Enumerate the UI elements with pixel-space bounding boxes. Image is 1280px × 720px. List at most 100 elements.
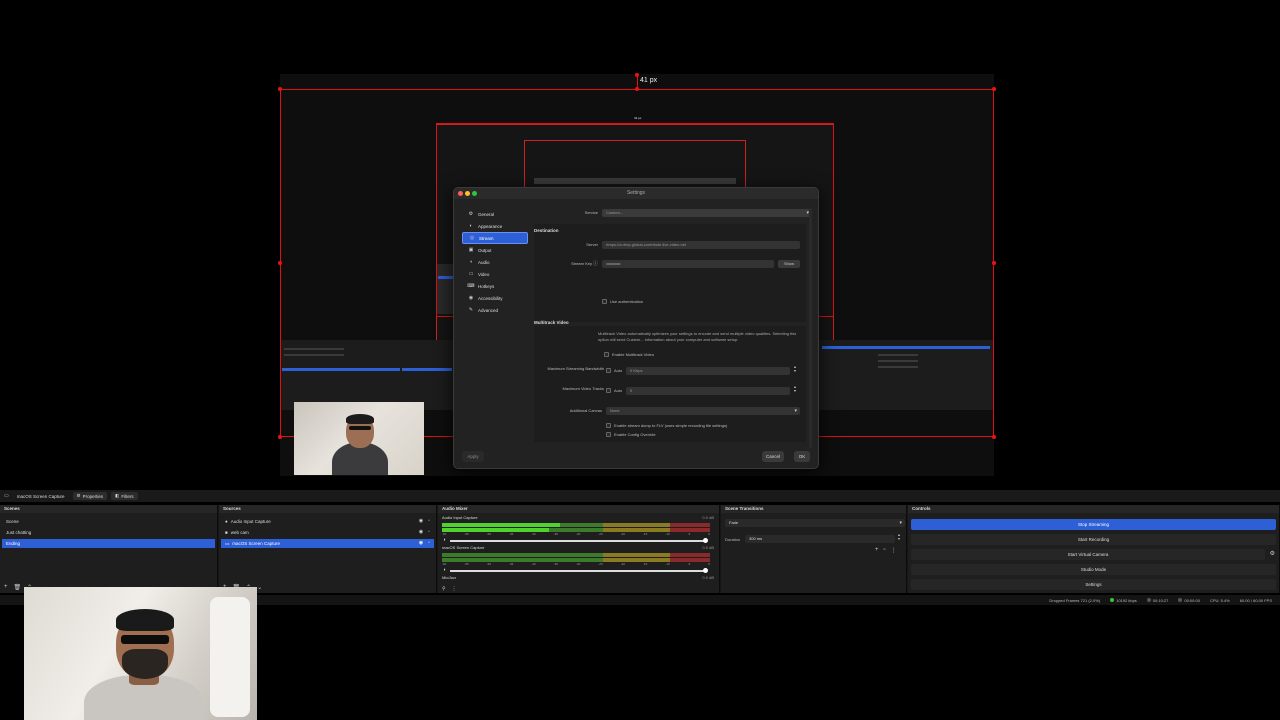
help-icon[interactable]: ⓘ [593,260,598,267]
settings-titlebar[interactable]: Settings [454,188,818,199]
filters-label: Filters [121,493,134,499]
monitor-icon: ▭ [468,271,474,277]
channel-db: 0.0 dB [702,515,714,520]
camera-icon: ■ [225,530,228,535]
sidebar-item-audio[interactable]: ◖ Audio [462,256,528,268]
record-time: 00:00:00 [1178,598,1200,603]
more-options-icon[interactable]: ⋮ [891,547,897,554]
bitrate-status: 10192 kbps [1110,598,1137,603]
gear-icon: ⚙ [468,211,474,217]
start-virtual-camera-button[interactable]: Start Virtual Camera [911,549,1265,560]
stream-key-input[interactable]: •••••••••••••••••••••••••••••••••• [602,260,774,268]
filter-icon: ◧ [115,493,120,498]
spinbox-arrows-icon[interactable]: ▴ ▾ [794,365,796,373]
ok-button[interactable]: OK [794,451,810,462]
start-recording-button[interactable]: Start Recording [911,534,1276,545]
volume-slider[interactable] [450,538,708,543]
slider-knob[interactable] [703,568,708,573]
use-authentication-checkbox[interactable]: Use authentication [602,299,643,304]
handle-right[interactable] [992,261,996,265]
gear-icon[interactable]: ⚙ [1270,550,1275,557]
max-bandwidth-value: 0 Kbps [630,368,643,373]
handle-bottom-right[interactable] [992,435,996,439]
handle-top-right[interactable] [992,87,996,91]
source-down-button[interactable]: ⌄ [257,584,262,591]
tick-label: -40 [531,562,536,566]
duration-spinbox[interactable]: 300 ms [745,535,895,543]
enable-dump-checkbox[interactable]: Enable stream dump to FLV (uses simple r… [606,423,727,428]
transition-select[interactable]: Fade ▾ [725,519,905,527]
sidebar-item-video[interactable]: ▭ Video [462,268,528,280]
sidebar-item-stream[interactable]: ◎ Stream [462,232,528,244]
sidebar-item-advanced[interactable]: ✎ Advanced [462,304,528,316]
scene-item[interactable]: Just chatting [2,528,215,537]
eye-icon[interactable]: ◉ [419,528,423,537]
tick-label: -15 [642,532,648,536]
handle-top-left[interactable] [278,87,282,91]
add-scene-button[interactable]: + [4,584,8,591]
cancel-button[interactable]: Cancel [762,451,784,462]
slider-knob[interactable] [703,538,708,543]
tick-label: -10 [665,532,670,536]
controls-dock: Controls Stop Streaming Start Recording … [908,505,1280,593]
additional-canvas-select[interactable]: None ▾ [606,407,800,415]
volume-slider[interactable] [450,568,708,573]
speaker-icon[interactable]: ◖ [443,537,446,543]
tick-label: 0 [708,532,710,536]
service-select[interactable]: Custom... ▾ [602,209,812,217]
eye-icon[interactable]: ◉ [419,539,423,548]
destination-title: Destination [534,228,559,233]
max-tracks-auto-checkbox[interactable]: Auto [606,388,622,393]
mixer-channel: macOS Screen Capture 0.0 dB -60 -55 -50 -45… [438,545,720,573]
server-input[interactable]: rtmps://a.rtmp.global-contribute.live-vi… [602,241,800,249]
scene-transitions-title: Scene Transitions [721,505,906,513]
stop-streaming-button[interactable]: Stop Streaming [911,519,1276,530]
properties-button[interactable]: ⚙ Properties [72,492,108,500]
spinbox-arrows-icon[interactable]: ▴ ▾ [898,533,900,541]
settings-sidebar: ⚙ General ◐ Appearance ◎ Stream ▣ Output ◖ Au… [462,208,528,316]
record-time-value: 00:00:00 [1184,597,1200,603]
eye-icon[interactable]: ◉ [419,517,423,526]
sidebar-item-appearance[interactable]: ◐ Appearance [462,220,528,232]
max-bandwidth-spinbox[interactable]: 0 Kbps [626,367,790,375]
sidebar-item-output[interactable]: ▣ Output [462,244,528,256]
remove-scene-button[interactable]: 🗑 [14,584,22,591]
transition-value: Fade [729,520,739,525]
show-key-button[interactable]: Show [778,260,800,268]
content-scrollbar[interactable] [809,208,812,448]
remove-transition-button[interactable]: ▫ [884,547,886,554]
handle-top[interactable] [635,87,639,91]
studio-mode-button[interactable]: Studio Mode [911,564,1276,575]
enable-override-checkbox[interactable]: Enable Config Override [606,432,656,437]
add-transition-button[interactable]: + [875,547,879,554]
sidebar-item-accessibility[interactable]: ◉ Accessibility [462,292,528,304]
link-icon[interactable]: ⚲ [442,586,446,592]
sidebar-item-hotkeys[interactable]: ⌨ Hotkeys [462,280,528,292]
lock-icon[interactable]: ▫ [428,539,430,548]
enable-multitrack-checkbox[interactable]: Enable Multitrack Video [604,352,654,357]
duration-value: 300 ms [749,536,763,541]
handle-left[interactable] [278,261,282,265]
scene-item-selected[interactable]: Ending [2,539,215,548]
selected-source-name: macOS Screen Capture [16,493,65,499]
source-item-selected[interactable]: ▭ macOS Screen Capture ◉ ▫ [221,539,434,548]
enable-dump-label: Enable stream dump to FLV (uses simple r… [614,423,728,428]
source-item[interactable]: ■ web cam ◉ ▫ [221,528,434,537]
more-options-icon[interactable]: ⋮ [452,586,457,592]
max-bandwidth-auto-checkbox[interactable]: Auto [606,368,622,373]
apply-button[interactable]: Apply [462,451,484,462]
service-label: Service [584,210,598,215]
sidebar-item-general[interactable]: ⚙ General [462,208,528,220]
settings-button[interactable]: Settings [911,579,1276,590]
spinbox-arrows-icon[interactable]: ▴ ▾ [794,385,796,393]
speaker-icon[interactable]: ◖ [443,567,446,573]
handle-bottom-left[interactable] [278,435,282,439]
max-tracks-spinbox[interactable]: 0 [626,387,790,395]
scene-item[interactable]: Scene [2,517,215,526]
source-item[interactable]: ● Audio Input Capture ◉ ▫ [221,517,434,526]
filters-button[interactable]: ◧ Filters [111,492,138,500]
stream-settings-content: Service Custom... ▾ Destination Server r… [534,202,812,442]
lock-icon[interactable]: ▫ [428,517,430,526]
lock-icon[interactable]: ▫ [428,528,430,537]
webcam-source-preview[interactable] [294,402,424,475]
